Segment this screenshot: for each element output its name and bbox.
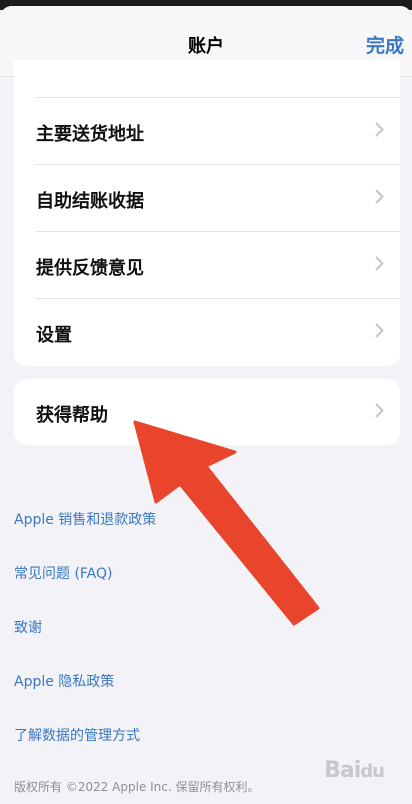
chevron-right-icon bbox=[375, 189, 384, 204]
link-privacy-policy[interactable]: Apple 隐私政策 bbox=[14, 671, 114, 691]
menu-item-feedback[interactable]: 提供反馈意见 bbox=[14, 232, 400, 298]
menu-item-label: 提供反馈意见 bbox=[36, 258, 144, 279]
menu-item-label: 主要送货地址 bbox=[36, 124, 144, 145]
link-acknowledgements[interactable]: 致谢 bbox=[14, 617, 42, 637]
menu-item-self-checkout-receipts[interactable]: 自助结账收据 bbox=[14, 165, 400, 231]
chevron-right-icon bbox=[375, 323, 384, 338]
menu-item-label: 设置 bbox=[36, 325, 72, 346]
chevron-right-icon bbox=[375, 403, 384, 418]
link-data-management[interactable]: 了解数据的管理方式 bbox=[14, 725, 140, 745]
chevron-right-icon bbox=[375, 256, 384, 271]
done-button[interactable]: 完成 bbox=[366, 31, 404, 58]
copyright-text: 版权所有 ©2022 Apple Inc. 保留所有权利。 bbox=[14, 780, 260, 794]
menu-item-settings[interactable]: 设置 bbox=[14, 299, 400, 365]
menu-item-shipping-address[interactable]: 主要送货地址 bbox=[14, 98, 400, 164]
menu-item-label: 自助结账收据 bbox=[36, 191, 144, 212]
account-menu-card: 主要送货地址 自助结账收据 提供反馈意见 设置 bbox=[14, 60, 400, 366]
chevron-right-icon bbox=[375, 122, 384, 137]
menu-item-label: 获得帮助 bbox=[36, 405, 108, 426]
menu-item-get-help[interactable]: 获得帮助 bbox=[14, 379, 400, 445]
page-title: 账户 bbox=[188, 36, 224, 57]
link-sales-refund-policy[interactable]: Apple 销售和退款政策 bbox=[14, 509, 156, 529]
link-faq[interactable]: 常见问题 (FAQ) bbox=[14, 563, 113, 583]
watermark-logo: Baidu bbox=[324, 758, 385, 783]
help-card: 获得帮助 bbox=[14, 379, 400, 445]
